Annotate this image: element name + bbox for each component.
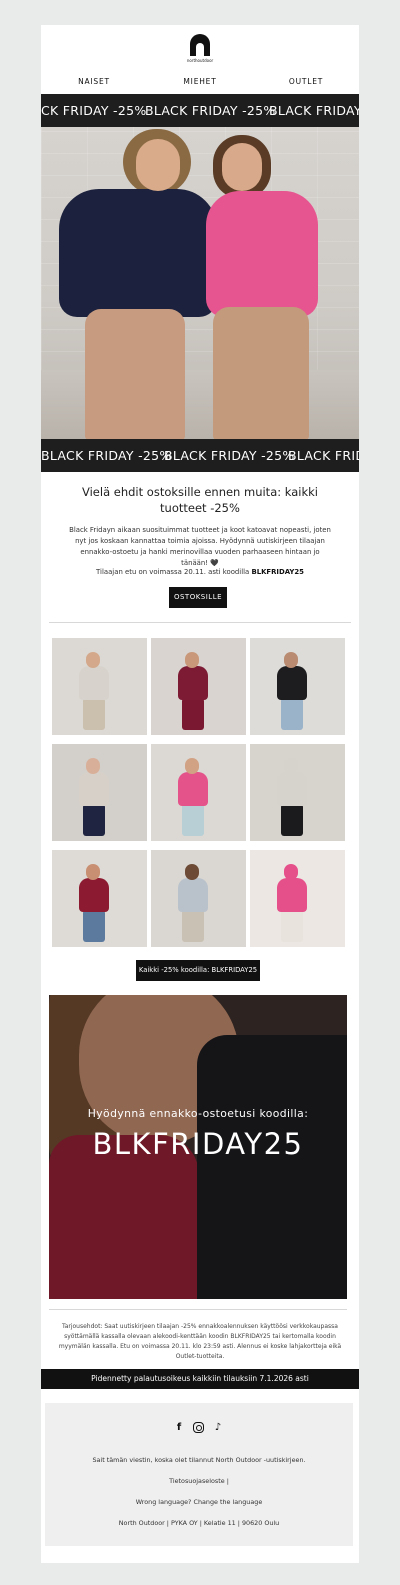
nav-item-naiset[interactable]: NAISET (41, 77, 147, 86)
intro-body: Black Fridayn aikaan suosituimmat tuotte… (69, 526, 331, 567)
email-container: northoutdoor NAISET MIEHET OUTLET CK FRI… (41, 25, 359, 1563)
facebook-icon[interactable]: f (172, 1421, 186, 1435)
coupon-code: BLKFRIDAY25 (251, 568, 304, 576)
product-card[interactable] (151, 638, 246, 735)
privacy-link[interactable]: Tietosuojaseloste | (45, 1477, 353, 1485)
instagram-icon[interactable] (193, 1422, 204, 1433)
social-links: f ♪ (45, 1421, 353, 1435)
promo-banner[interactable]: Hyödynnä ennakko-ostoetusi koodilla: BLK… (49, 995, 347, 1299)
marquee-text: BLACK FRIDAY -25% (145, 103, 276, 118)
product-card[interactable] (250, 638, 345, 735)
coupon-prefix: Tilaajan etu on voimassa 20.11. asti koo… (96, 568, 252, 576)
headline: Vielä ehdit ostoksille ennen muita: kaik… (81, 485, 318, 515)
coupon-line: Tilaajan etu on voimassa 20.11. asti koo… (69, 568, 331, 576)
product-card[interactable] (250, 850, 345, 947)
product-card[interactable] (151, 744, 246, 841)
tiktok-icon[interactable]: ♪ (211, 1421, 225, 1435)
return-policy-bar: Pidennetty palautusoikeus kaikkiin tilau… (41, 1369, 359, 1389)
divider (49, 622, 351, 623)
nav-item-miehet[interactable]: MIEHET (147, 77, 253, 86)
logo-text: northoutdoor (186, 58, 214, 63)
logo-mark-icon (190, 34, 210, 56)
promo-code: BLKFRIDAY25 (92, 1127, 304, 1161)
marquee-text: BLACK FRID (288, 448, 359, 463)
product-card[interactable] (250, 744, 345, 841)
product-card[interactable] (52, 744, 147, 841)
marquee-text: BLACK FRIDAY -25% (269, 103, 359, 118)
footer: f ♪ Sait tämän viestin, koska olet tilan… (45, 1403, 353, 1546)
product-card[interactable] (52, 850, 147, 947)
hero-image[interactable] (41, 127, 359, 440)
marquee-text: CK FRIDAY -25% (41, 103, 147, 118)
all-products-button[interactable]: Kaikki -25% koodilla: BLKFRIDAY25 (136, 960, 260, 981)
terms-text: Tarjousehdot: Saat uutiskirjeen tilaajan… (58, 1323, 342, 1360)
product-card[interactable] (52, 638, 147, 735)
change-language-link[interactable]: Wrong language? Change the language (45, 1498, 353, 1506)
subscription-notice: Sait tämän viestin, koska olet tilannut … (92, 1456, 306, 1464)
product-card[interactable] (151, 850, 246, 947)
marquee-bottom: BLACK FRIDAY -25% BLACK FRIDAY -25% BLAC… (41, 439, 359, 472)
shop-button[interactable]: OSTOKSILLE (169, 587, 227, 608)
promo-subtitle: Hyödynnä ennakko-ostoetusi koodilla: (87, 1107, 309, 1120)
brand-logo[interactable]: northoutdoor (185, 34, 215, 64)
main-nav: NAISET MIEHET OUTLET (41, 75, 359, 89)
nav-item-outlet[interactable]: OUTLET (253, 77, 359, 86)
divider (49, 1309, 347, 1310)
marquee-text: BLACK FRIDAY -25% (164, 448, 295, 463)
company-address: North Outdoor | PYKA OY | Kelatie 11 | 9… (118, 1519, 280, 1527)
marquee-text: BLACK FRIDAY -25% (41, 448, 172, 463)
marquee-top: CK FRIDAY -25% BLACK FRIDAY -25% BLACK F… (41, 94, 359, 127)
